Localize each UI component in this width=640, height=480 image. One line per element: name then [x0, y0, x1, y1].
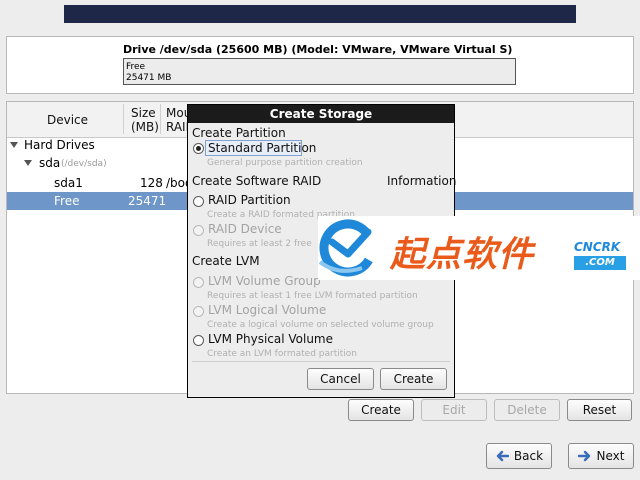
desc-lvm-volume-group: Requires at least 1 free LVM formated pa…: [207, 291, 418, 301]
section-create-raid: Create Software RAID: [192, 174, 322, 188]
tree-item-sda[interactable]: sda: [39, 156, 60, 170]
desc-raid-device: Requires at least 2 free: [207, 239, 312, 249]
tree-item-sda-path: (/dev/sda): [61, 159, 107, 169]
information-label: Information: [387, 174, 457, 188]
tree-item-sda1-size: 128: [140, 176, 163, 190]
watermark-logo: [318, 219, 377, 277]
back-label: Back: [513, 449, 544, 463]
tree-item-sda1[interactable]: sda1: [54, 176, 83, 190]
top-banner: [64, 5, 576, 23]
drive-title: Drive /dev/sda (25600 MB) (Model: VMware…: [123, 43, 513, 56]
tree-item-hard-drives[interactable]: Hard Drives: [24, 138, 95, 152]
desc-standard-partition: General purpose partition creation: [207, 158, 363, 168]
delete-button[interactable]: Delete: [494, 399, 560, 421]
column-size[interactable]: Size: [131, 106, 156, 120]
option-standard-partition[interactable]: Standard Partition: [208, 141, 316, 155]
drive-usage-bar[interactable]: Free 25471 MB: [123, 58, 516, 85]
column-separator: [123, 104, 124, 134]
option-raid-device[interactable]: RAID Device: [208, 222, 282, 236]
column-device[interactable]: Device: [47, 113, 88, 127]
watermark-en-text: CNCRK: [574, 240, 621, 254]
drive-bar-size: 25471 MB: [126, 73, 172, 83]
option-lvm-logical-volume[interactable]: LVM Logical Volume: [208, 303, 326, 317]
edit-button[interactable]: Edit: [421, 399, 487, 421]
arrow-left-icon: [496, 450, 509, 462]
radio-raid-partition[interactable]: [193, 196, 204, 207]
dialog-cancel-button[interactable]: Cancel: [307, 368, 374, 390]
section-create-lvm: Create LVM: [192, 254, 260, 268]
option-raid-partition[interactable]: RAID Partition: [208, 193, 291, 207]
column-separator: [160, 104, 161, 134]
option-lvm-volume-group[interactable]: LVM Volume Group: [208, 274, 321, 288]
section-create-partition: Create Partition: [192, 126, 286, 140]
option-lvm-physical-volume[interactable]: LVM Physical Volume: [208, 332, 333, 346]
back-button[interactable]: Back: [486, 443, 552, 469]
next-label: Next: [596, 449, 625, 463]
watermark-com-text: .COM: [574, 256, 626, 270]
expander-icon[interactable]: [24, 160, 32, 166]
dialog-title: Create Storage: [269, 107, 373, 121]
watermark-cn-text: 起点软件: [390, 235, 535, 275]
radio-lvm-volume-group[interactable]: [193, 277, 204, 288]
tree-item-free-size: 25471: [128, 194, 167, 208]
reset-button[interactable]: Reset: [567, 399, 632, 421]
create-button[interactable]: Create: [348, 399, 414, 421]
expander-icon[interactable]: [10, 142, 18, 148]
next-button[interactable]: Next: [568, 443, 634, 469]
radio-raid-device[interactable]: [193, 225, 204, 236]
tree-item-free[interactable]: Free: [54, 194, 79, 208]
dialog-separator: [192, 361, 450, 362]
desc-lvm-logical-volume: Create a logical volume on selected volu…: [207, 320, 434, 330]
dialog-create-button[interactable]: Create: [380, 368, 447, 390]
column-size-unit: (MB): [131, 120, 159, 134]
radio-lvm-physical-volume[interactable]: [193, 335, 204, 346]
drive-bar-label: Free: [126, 62, 146, 72]
desc-lvm-physical-volume: Create an LVM formated partition: [207, 349, 357, 359]
radio-standard-partition[interactable]: [193, 143, 204, 154]
radio-lvm-logical-volume[interactable]: [193, 306, 204, 317]
arrow-right-icon: [577, 450, 590, 462]
